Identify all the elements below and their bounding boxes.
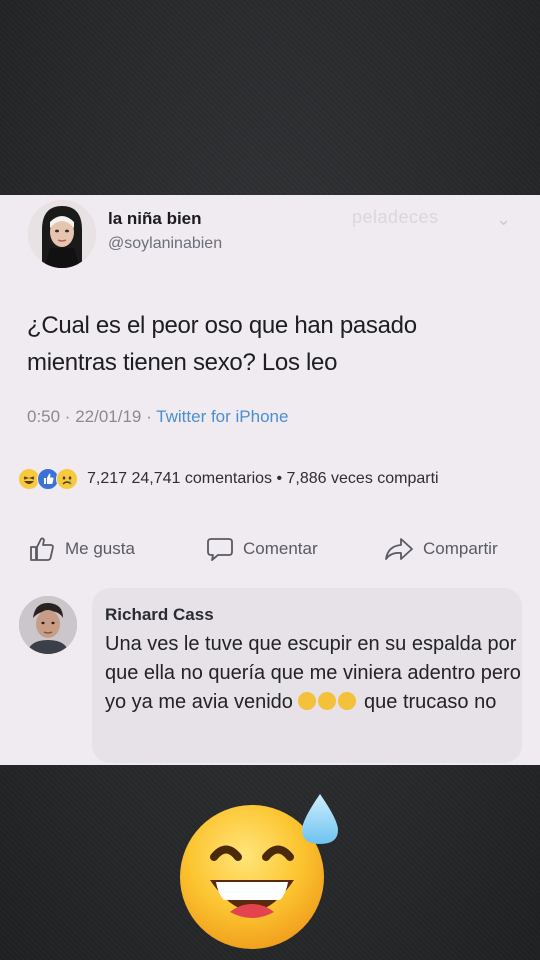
post-stats-row: 7,217 24,741 comentarios • 7,886 veces c… bbox=[18, 467, 439, 491]
watermark-text: peladeces bbox=[352, 207, 439, 227]
commenter-name[interactable]: Richard Cass bbox=[105, 605, 214, 625]
comment-body-end: que trucaso no bbox=[364, 691, 497, 713]
share-label: Compartir bbox=[423, 539, 498, 558]
share-button[interactable]: Compartir bbox=[384, 535, 498, 563]
post-stats-text[interactable]: 7,217 24,741 comentarios • 7,886 veces c… bbox=[87, 470, 439, 488]
share-arrow-icon bbox=[385, 538, 413, 560]
laughing-tears-emoji-icon bbox=[298, 692, 317, 710]
action-bar: Me gusta Comentar Compartir bbox=[0, 529, 540, 569]
tweet-meta: 0:50 · 22/01/19 · Twitter for iPhone bbox=[27, 407, 288, 427]
comment-label: Comentar bbox=[243, 539, 318, 558]
share-count[interactable]: 7,886 veces comparti bbox=[287, 470, 439, 487]
tweet-source-link[interactable]: Twitter for iPhone bbox=[156, 407, 288, 426]
screenshot-card: la niña bien @soylaninabien peladeces ⌄ … bbox=[0, 195, 540, 765]
tweet-author-handle[interactable]: @soylaninabien bbox=[108, 235, 222, 253]
comment-button[interactable]: Comentar bbox=[206, 535, 318, 563]
like-label: Me gusta bbox=[65, 539, 135, 558]
comment-text: Una ves le tuve que escupir en su espald… bbox=[105, 630, 525, 717]
like-button[interactable]: Me gusta bbox=[28, 535, 135, 563]
laughing-tears-emoji-icon bbox=[338, 692, 357, 710]
sad-icon[interactable] bbox=[56, 468, 78, 490]
tweet-timestamp: 0:50 · 22/01/19 · bbox=[27, 407, 157, 426]
sweat-smile-emoji-icon bbox=[172, 782, 342, 952]
tweet-author-name[interactable]: la niña bien bbox=[108, 209, 202, 229]
laughing-tears-emoji-icon bbox=[318, 692, 337, 710]
comment-count[interactable]: 24,741 comentarios bbox=[132, 470, 273, 487]
comment-bubble-icon bbox=[207, 538, 233, 561]
tweet-text: ¿Cual es el peor oso que han pasado mien… bbox=[27, 312, 417, 376]
chevron-down-icon[interactable]: ⌄ bbox=[496, 209, 511, 230]
commenter-avatar[interactable] bbox=[19, 596, 77, 654]
tweet-author-avatar[interactable] bbox=[28, 200, 96, 268]
thumbs-up-icon bbox=[30, 537, 54, 561]
reaction-count[interactable]: 7,217 bbox=[87, 470, 127, 487]
